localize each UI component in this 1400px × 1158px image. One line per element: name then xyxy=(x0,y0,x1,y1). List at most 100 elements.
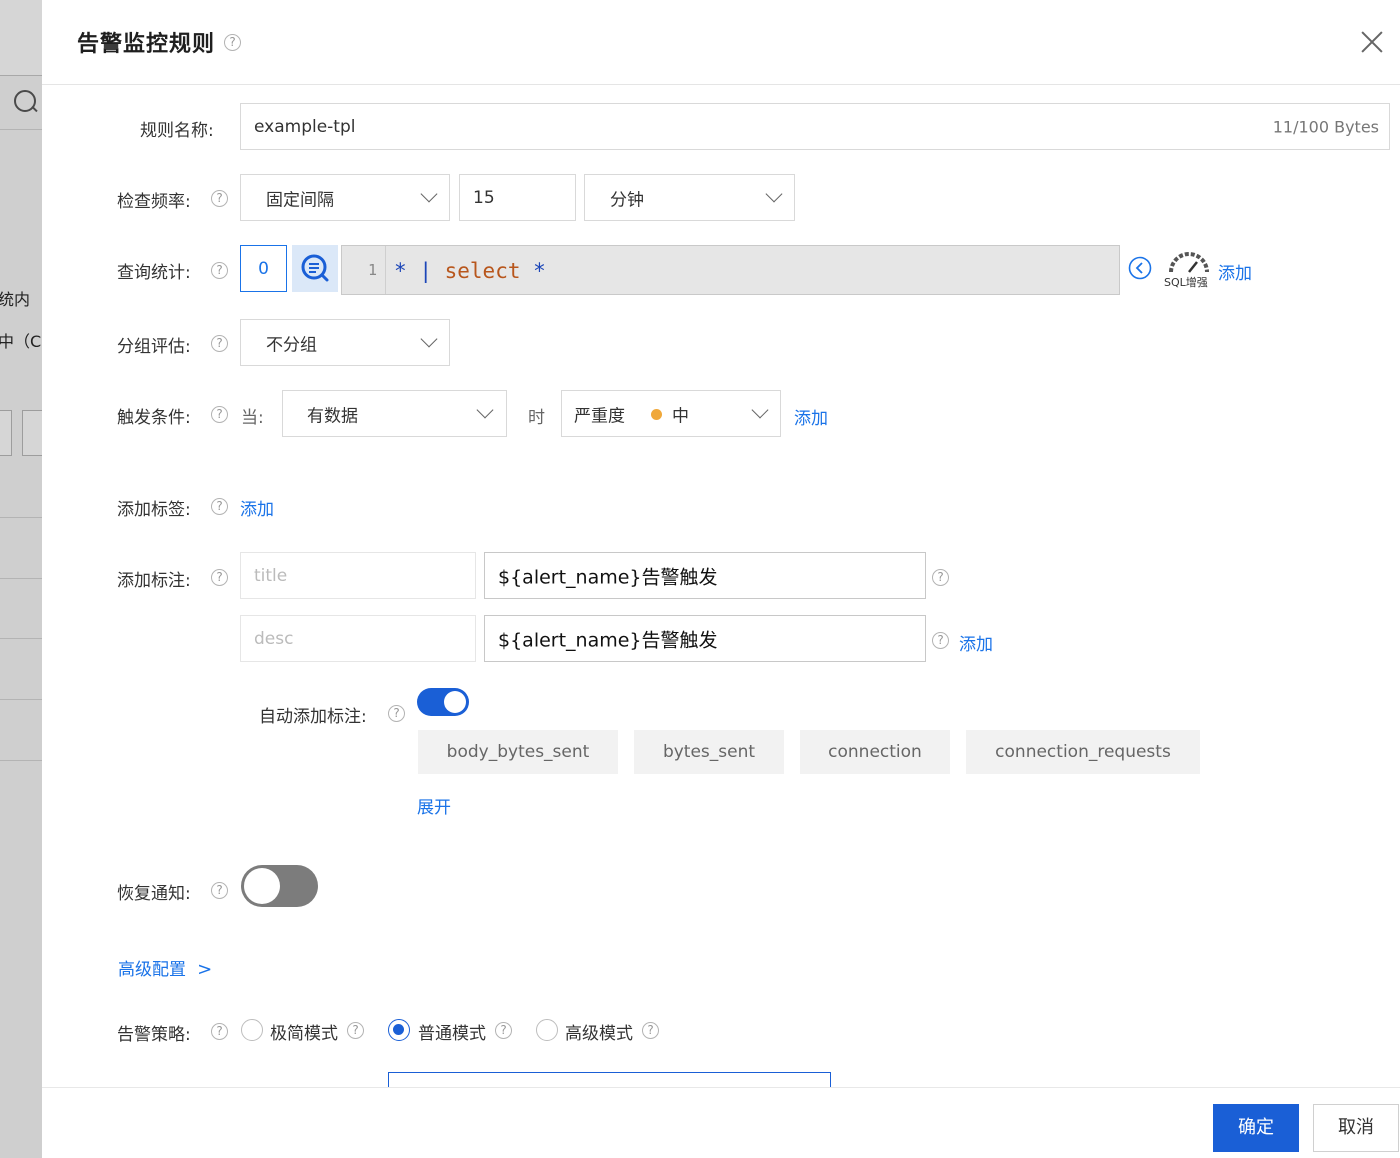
cancel-button[interactable]: 取消 xyxy=(1313,1104,1399,1152)
auto-annotation-label: 自动添加标注: xyxy=(259,707,367,727)
chevron-down-icon xyxy=(476,401,494,419)
frequency-interval-value: 15 xyxy=(473,187,495,208)
trigger-label: 触发条件: xyxy=(117,408,191,428)
dialog-footer: 确定 取消 xyxy=(42,1087,1400,1158)
group-eval-value: 不分组 xyxy=(266,335,317,355)
frequency-unit-select[interactable]: 分钟 xyxy=(584,174,795,221)
recovery-label: 恢复通知: xyxy=(117,884,191,904)
background-divider xyxy=(0,638,42,639)
annotation-key-input[interactable]: desc xyxy=(240,615,476,662)
severity-dot xyxy=(651,409,662,420)
severity-value: 中 xyxy=(672,406,689,426)
background-box xyxy=(22,410,42,456)
recovery-toggle[interactable] xyxy=(241,865,318,907)
policy-option-label: 高级模式 xyxy=(565,1024,633,1044)
chevron-down-icon xyxy=(751,401,769,419)
frequency-mode-value: 固定间隔 xyxy=(266,190,334,210)
annotation-value: ${alert_name}告警触发 xyxy=(498,629,718,651)
background-text-2: 中（C xyxy=(0,332,42,351)
dialog-title: 告警监控规则 xyxy=(77,32,216,57)
trigger-then-label: 时 xyxy=(528,408,545,428)
sql-enhance-button[interactable]: SQL增强 xyxy=(1164,250,1214,290)
annotation-key-placeholder: desc xyxy=(254,628,294,649)
labels-label: 添加标签: xyxy=(117,500,191,520)
group-eval-select[interactable]: 不分组 xyxy=(240,319,450,366)
dialog-header: 告警监控规则 ? xyxy=(42,0,1400,85)
help-icon[interactable]: ? xyxy=(642,1022,659,1039)
code-token: | xyxy=(419,259,432,283)
chevron-down-icon xyxy=(420,185,438,203)
annotations-label: 添加标注: xyxy=(117,571,191,591)
sql-enhance-label: SQL增强 xyxy=(1164,276,1208,289)
help-icon[interactable]: ? xyxy=(211,498,228,515)
policy-option-label: 极简模式 xyxy=(270,1024,338,1044)
close-icon[interactable] xyxy=(1360,30,1384,54)
frequency-interval-input[interactable]: 15 xyxy=(459,174,576,221)
policy-radio-simple[interactable] xyxy=(241,1019,263,1041)
monitor-icon xyxy=(14,90,36,112)
annotation-key-placeholder: title xyxy=(254,565,288,586)
policy-label: 告警策略: xyxy=(117,1025,191,1045)
auto-annotation-tag[interactable]: body_bytes_sent xyxy=(418,730,618,774)
help-icon[interactable]: ? xyxy=(211,882,228,899)
trigger-add-link[interactable]: 添加 xyxy=(794,404,828,429)
query-code: * | select * xyxy=(394,246,546,296)
help-icon[interactable]: ? xyxy=(211,569,228,586)
help-icon[interactable]: ? xyxy=(932,632,949,649)
help-icon[interactable]: ? xyxy=(495,1022,512,1039)
help-icon[interactable]: ? xyxy=(211,1023,228,1040)
query-search-button[interactable] xyxy=(292,245,338,292)
auto-annotation-tag[interactable]: connection_requests xyxy=(966,730,1200,774)
help-icon[interactable]: ? xyxy=(347,1022,364,1039)
auto-annotation-tag[interactable]: bytes_sent xyxy=(634,730,784,774)
help-icon[interactable]: ? xyxy=(388,705,405,722)
policy-option-label: 普通模式 xyxy=(418,1024,486,1044)
advanced-config-label: 高级配置 xyxy=(118,960,186,980)
auto-annotation-toggle[interactable] xyxy=(417,688,469,716)
auto-annotation-tag[interactable]: connection xyxy=(800,730,950,774)
chevron-down-icon xyxy=(420,330,438,348)
line-number: 1 xyxy=(342,246,386,294)
code-token: * xyxy=(394,259,407,283)
expand-link[interactable]: 展开 xyxy=(417,793,451,818)
collapse-left-icon[interactable] xyxy=(1128,256,1152,280)
help-icon[interactable]: ? xyxy=(211,190,228,207)
help-icon[interactable]: ? xyxy=(211,406,228,423)
background-page: 统内 中（C xyxy=(0,0,42,1158)
rule-name-value: example-tpl xyxy=(254,116,356,137)
background-divider xyxy=(0,760,42,761)
severity-label: 严重度 xyxy=(574,406,625,426)
trigger-condition-select[interactable]: 有数据 xyxy=(282,390,507,437)
confirm-button[interactable]: 确定 xyxy=(1213,1104,1299,1152)
annotation-value-input[interactable]: ${alert_name}告警触发 xyxy=(484,615,926,662)
rule-name-input[interactable]: example-tpl 11/100 Bytes xyxy=(240,103,1390,150)
frequency-unit-value: 分钟 xyxy=(610,190,644,210)
policy-radio-normal[interactable] xyxy=(388,1019,410,1041)
chevron-down-icon xyxy=(765,185,783,203)
help-icon[interactable]: ? xyxy=(932,569,949,586)
annotations-add-link[interactable]: 添加 xyxy=(959,630,993,655)
help-icon[interactable]: ? xyxy=(211,335,228,352)
annotation-key-input[interactable]: title xyxy=(240,552,476,599)
policy-radio-advanced[interactable] xyxy=(536,1019,558,1041)
annotation-value: ${alert_name}告警触发 xyxy=(498,566,718,588)
background-text-1: 统内 xyxy=(0,290,31,309)
background-divider xyxy=(0,517,42,518)
help-icon[interactable]: ? xyxy=(224,34,241,51)
advanced-config-link[interactable]: 高级配置 > xyxy=(118,955,212,980)
query-add-link[interactable]: 添加 xyxy=(1218,259,1252,284)
alert-rule-dialog: 告警监控规则 ? 规则名称: example-tpl 11/100 Bytes … xyxy=(42,0,1400,1158)
query-editor[interactable]: 1 * | select * xyxy=(341,245,1120,295)
query-label: 查询统计: xyxy=(117,263,191,283)
background-divider xyxy=(0,699,42,700)
query-count-button[interactable]: 0 xyxy=(240,245,287,292)
code-token: * xyxy=(533,259,546,283)
help-icon[interactable]: ? xyxy=(211,262,228,279)
check-frequency-label: 检查频率: xyxy=(117,192,191,212)
frequency-mode-select[interactable]: 固定间隔 xyxy=(240,174,450,221)
labels-add-link[interactable]: 添加 xyxy=(240,495,274,520)
rule-name-label: 规则名称: xyxy=(140,121,214,141)
background-box xyxy=(0,410,12,456)
severity-select[interactable]: 严重度 中 xyxy=(561,390,781,437)
annotation-value-input[interactable]: ${alert_name}告警触发 xyxy=(484,552,926,599)
